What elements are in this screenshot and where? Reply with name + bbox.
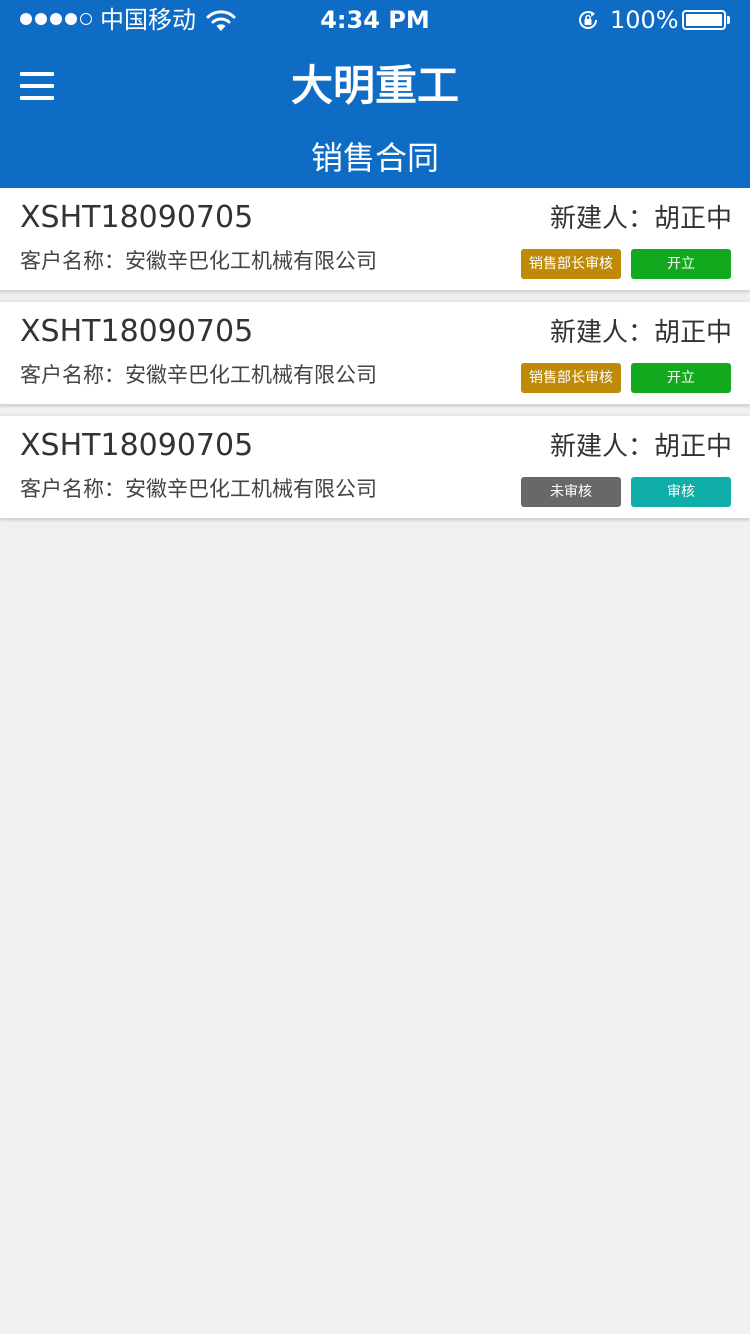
customer-name: 客户名称：安徽辛巴化工机械有限公司 xyxy=(20,249,377,273)
contract-list: XSHT18090705 新建人：胡正中 客户名称：安徽辛巴化工机械有限公司 销… xyxy=(0,188,750,529)
status-badge: 未审核 xyxy=(521,477,621,507)
status-badge: 销售部长审核 xyxy=(521,249,621,279)
contract-creator: 新建人：胡正中 xyxy=(549,318,732,348)
customer-name: 客户名称：安徽辛巴化工机械有限公司 xyxy=(20,363,377,387)
battery-percentage: 100% xyxy=(610,6,679,34)
contract-card[interactable]: XSHT18090705 新建人：胡正中 客户名称：安徽辛巴化工机械有限公司 未… xyxy=(0,415,750,519)
rotation-lock-icon xyxy=(579,11,598,29)
contract-creator: 新建人：胡正中 xyxy=(549,204,732,234)
open-button[interactable]: 开立 xyxy=(631,363,731,393)
contract-creator: 新建人：胡正中 xyxy=(549,432,732,462)
status-badge: 销售部长审核 xyxy=(521,363,621,393)
battery-tip xyxy=(727,16,730,24)
status-bar: 中国移动 4:34 PM 100% xyxy=(0,0,750,40)
contract-number: XSHT18090705 xyxy=(20,200,254,235)
review-button[interactable]: 审核 xyxy=(631,477,731,507)
contract-number: XSHT18090705 xyxy=(20,314,254,349)
app-title: 大明重工 xyxy=(290,61,459,110)
open-button[interactable]: 开立 xyxy=(631,249,731,279)
contract-number: XSHT18090705 xyxy=(20,428,254,463)
contract-card[interactable]: XSHT18090705 新建人：胡正中 客户名称：安徽辛巴化工机械有限公司 销… xyxy=(0,301,750,405)
page-subtitle: 销售合同 xyxy=(310,139,439,177)
customer-name: 客户名称：安徽辛巴化工机械有限公司 xyxy=(20,477,377,501)
battery-icon xyxy=(682,10,726,30)
app-header: 中国移动 4:34 PM 100% 大明重工 销售合同 xyxy=(0,0,750,188)
contract-card[interactable]: XSHT18090705 新建人：胡正中 客户名称：安徽辛巴化工机械有限公司 销… xyxy=(0,188,750,291)
